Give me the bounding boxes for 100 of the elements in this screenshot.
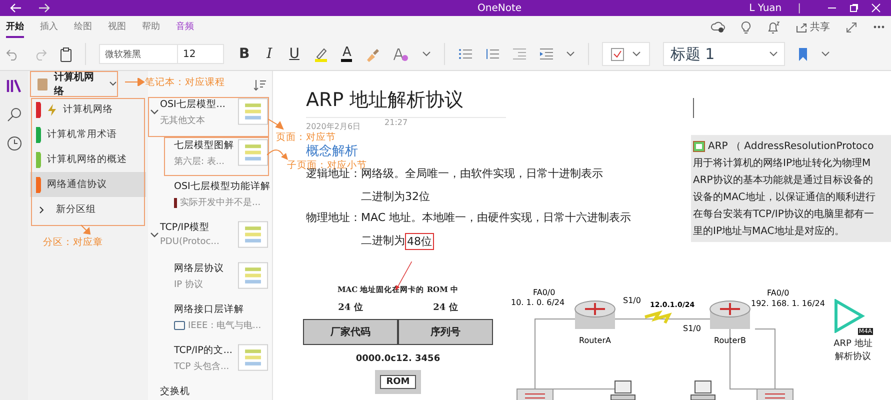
todo-tag-dropdown[interactable] <box>602 42 650 66</box>
page-thumbnail <box>238 221 268 248</box>
style-dropdown[interactable]: 标题 1 <box>663 42 786 66</box>
page-thumbnail <box>238 262 268 289</box>
computer-icon <box>690 380 716 400</box>
mac-example: 0000.0c12. 3456 <box>356 354 440 364</box>
format-button[interactable]: I <box>264 46 274 62</box>
page-title: ARP 地址解析协议 <box>306 88 464 113</box>
page-title[interactable]: 网络接口层详解 <box>174 303 268 316</box>
router-label: RouterA <box>579 336 611 345</box>
note-text: 里的IP地址与MAC地址是对应的。 <box>693 224 844 238</box>
page-preview: 实际开发中并不是... <box>180 196 261 209</box>
section-item[interactable]: 计算机网络 <box>30 97 146 122</box>
bit-width-label: 24 位 <box>433 302 458 314</box>
section-group-item[interactable]: 新分区组 <box>30 197 146 222</box>
serial-link-icon <box>644 310 672 324</box>
close-icon[interactable] <box>871 3 881 13</box>
chevron-down-icon[interactable] <box>566 51 576 57</box>
field-cell: 厂家代码 <box>303 319 398 345</box>
page-title[interactable]: 七层模型图解 <box>174 139 238 152</box>
page-thumbnail <box>238 139 268 166</box>
back-icon[interactable] <box>10 3 22 13</box>
page-thumbnail <box>238 98 268 125</box>
lightning-icon <box>47 104 57 116</box>
chevron-down-icon[interactable] <box>422 51 432 57</box>
section-item[interactable]: 计算机常用术语 <box>30 122 146 147</box>
body-text: 二进制为32位 <box>361 189 430 204</box>
indent-icon[interactable] <box>539 48 554 60</box>
page-title[interactable]: TCP/IP模型 <box>160 221 238 234</box>
restore-icon[interactable] <box>849 3 859 13</box>
file-icon <box>693 140 705 152</box>
page-preview: IEEE : 电气与电... <box>188 320 262 332</box>
port-label: FA0/0 <box>533 289 556 297</box>
format-button[interactable]: U <box>287 46 302 62</box>
page-preview: IP 协议 <box>174 278 203 291</box>
more-icon[interactable] <box>873 25 885 29</box>
page-title[interactable]: OSI七层模型... <box>160 98 238 111</box>
router-icon <box>574 300 616 329</box>
page-title[interactable]: OSI七层模型功能详解 <box>174 180 268 193</box>
note-text: 用于将计算机的网络IP地址转化为物理M <box>693 156 871 170</box>
annotation-arrow <box>268 118 284 130</box>
chevron-down-icon <box>769 51 778 57</box>
font-size-field[interactable]: 12 <box>177 44 224 64</box>
section-item[interactable]: 网络通信协议 <box>30 172 146 197</box>
switch-icon <box>756 388 794 400</box>
highlighter-icon[interactable] <box>314 46 328 62</box>
numbered-list-icon[interactable] <box>485 48 500 60</box>
attachment-name: 解析协议 <box>835 350 871 363</box>
notebooks-icon[interactable] <box>6 79 22 93</box>
title-separator: | <box>798 2 801 14</box>
annotation-label: 笔记本：对应课程 <box>145 76 225 89</box>
body-text: MAC 地址。本地唯一，由硬件实现，日常十六进制表示 <box>361 210 631 225</box>
page-preview: 无其他文本 <box>160 114 205 127</box>
page-preview: PDU(Protoc... <box>160 237 220 247</box>
body-text: 二进制为 <box>361 233 405 249</box>
chevron-down-icon[interactable] <box>821 51 830 57</box>
ribbon-tab[interactable]: 视图 <box>108 16 126 38</box>
notebook-selector[interactable]: 计算机网络 <box>30 71 118 97</box>
highlighted-text: 48位 <box>405 233 434 250</box>
sort-icon[interactable] <box>254 79 266 91</box>
section-item[interactable]: 计算机网络的概述 <box>30 147 146 172</box>
bullet-list-icon[interactable] <box>458 48 472 60</box>
format-button[interactable]: B <box>237 46 252 62</box>
port-label: S1/0 <box>623 296 641 305</box>
page-title[interactable]: 网络层协议 <box>174 262 238 275</box>
sync-icon[interactable] <box>711 21 725 33</box>
clock-icon[interactable] <box>6 136 22 151</box>
clipboard-icon[interactable] <box>60 46 72 62</box>
share-button[interactable]: 共享 <box>796 20 830 34</box>
note-text: ARP协议的基本功能就是通过目标设备的 <box>693 174 873 187</box>
chevron-down-icon <box>632 51 642 57</box>
page-thumbnail <box>238 344 268 371</box>
ribbon-tab[interactable]: 插入 <box>40 16 58 38</box>
forward-icon[interactable] <box>38 3 50 13</box>
ribbon-tab[interactable]: 音频 <box>176 16 194 38</box>
bell-icon[interactable] <box>767 20 780 34</box>
ribbon-tab[interactable]: 绘图 <box>74 16 92 38</box>
page-preview: TCP 头包含... <box>174 360 230 373</box>
share-icon <box>796 22 808 32</box>
brush-icon[interactable] <box>365 46 380 62</box>
annotation-arrow <box>267 147 289 161</box>
user-name[interactable]: L Yuan <box>749 2 782 14</box>
bookmark-icon[interactable] <box>798 46 808 62</box>
font-name-field[interactable]: 微软雅黑 <box>99 44 178 64</box>
style-eraser-icon[interactable] <box>393 46 410 62</box>
field-cell: 序列号 <box>398 319 493 345</box>
chevron-icon[interactable] <box>150 107 159 116</box>
switch-icon <box>516 388 554 400</box>
page-title[interactable]: TCP/IP的文... <box>174 344 238 357</box>
font-color-button[interactable]: A <box>341 46 352 62</box>
notebook-icon <box>37 78 48 90</box>
page-title[interactable]: 交换机 <box>160 385 268 398</box>
ribbon-tab[interactable]: 帮助 <box>142 16 160 38</box>
ip-label: 10. 1. 0. 6/24 <box>511 298 565 307</box>
annotation-arrow <box>125 78 145 86</box>
lightbulb-icon[interactable] <box>741 20 751 34</box>
chevron-icon[interactable] <box>150 230 159 239</box>
expand-icon[interactable] <box>846 22 857 32</box>
search-icon[interactable] <box>6 107 22 122</box>
box-icon <box>174 321 185 330</box>
